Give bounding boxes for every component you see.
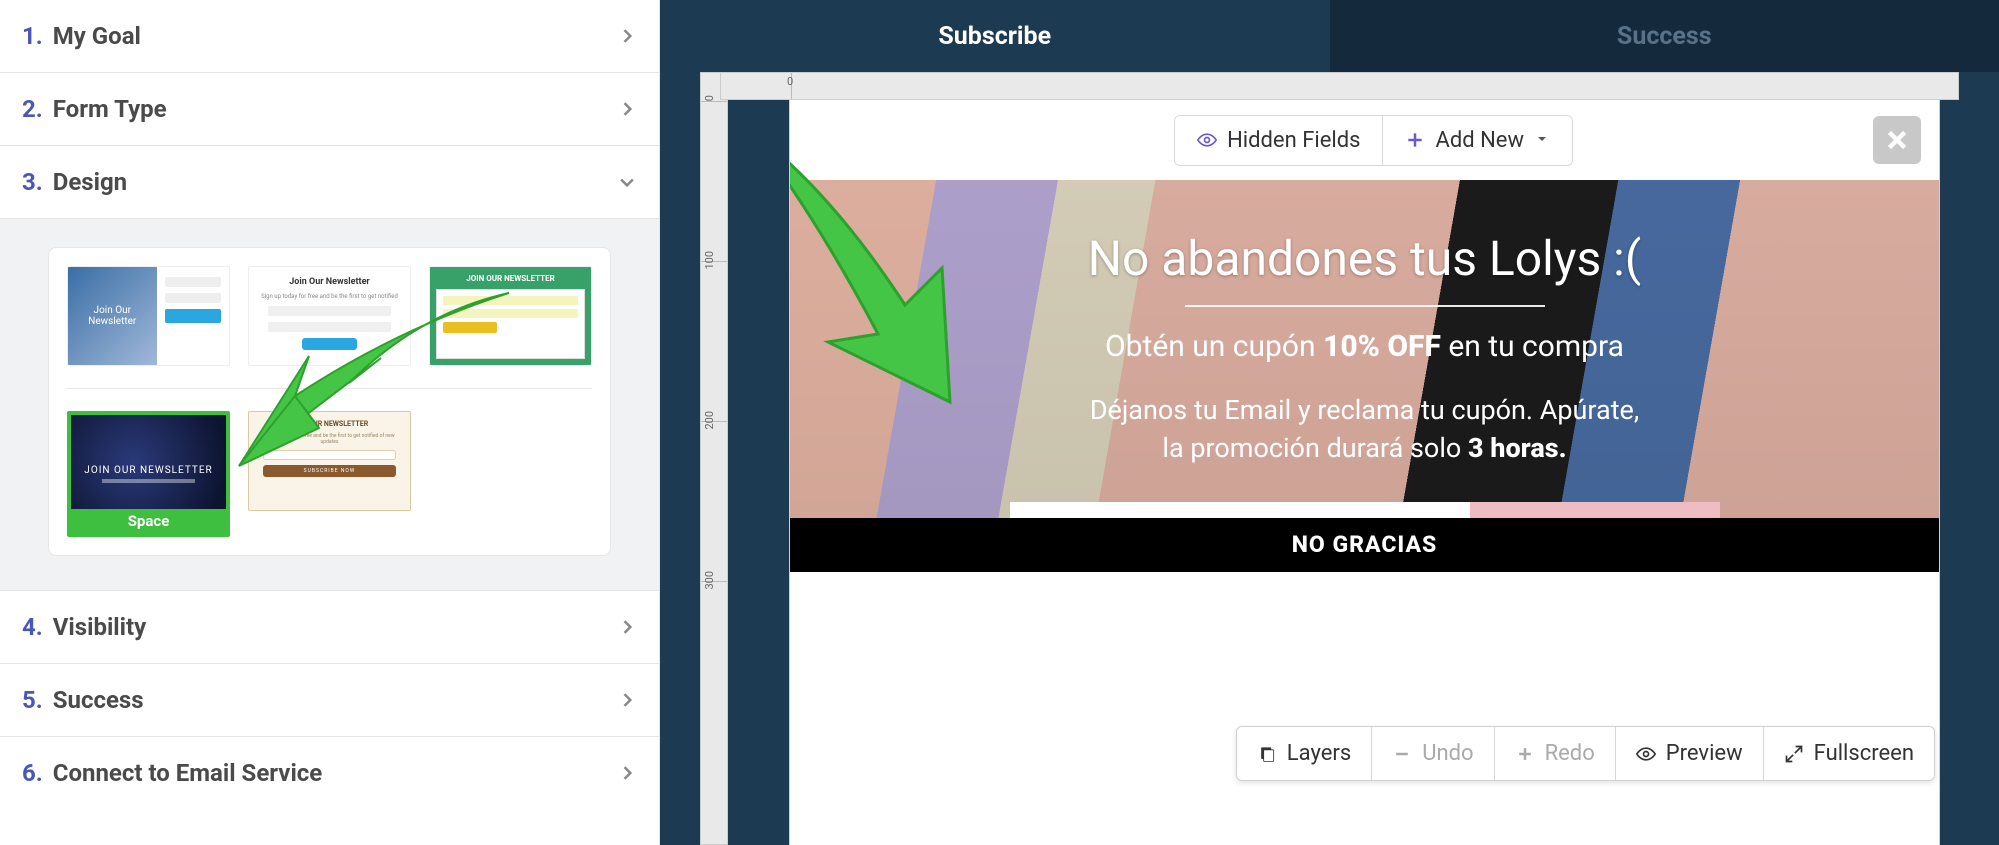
step-visibility[interactable]: 4. Visibility	[0, 590, 659, 663]
thumb-separator	[67, 388, 592, 389]
close-button[interactable]	[1873, 116, 1921, 164]
step-form-type[interactable]: 2. Form Type	[0, 72, 659, 145]
chevron-down-icon	[617, 172, 637, 192]
hidden-fields-label: Hidden Fields	[1227, 128, 1360, 153]
hidden-fields-button[interactable]: Hidden Fields	[1175, 116, 1382, 165]
theme-thumb-1[interactable]: Join OurNewsletter	[67, 266, 230, 366]
step-label: Connect to Email Service	[53, 759, 323, 787]
step-num: 2.	[22, 95, 43, 123]
step-label: Success	[53, 686, 144, 714]
decline-bar[interactable]: NO GRACIAS	[790, 518, 1939, 572]
thumb2-title: Join Our Newsletter	[289, 277, 369, 287]
preview-label: Preview	[1666, 741, 1743, 766]
undo-button[interactable]: Undo	[1371, 727, 1493, 780]
chevron-right-icon	[617, 26, 637, 46]
tab-subscribe[interactable]: Subscribe	[660, 0, 1330, 72]
plus-icon	[1405, 130, 1425, 150]
step-label: My Goal	[53, 22, 141, 50]
thumb3-title: JOIN OUR NEWSLETTER	[430, 267, 591, 289]
theme-thumb-3[interactable]: JOIN OUR NEWSLETTER	[429, 266, 592, 366]
canvas-top-toolbar: Hidden Fields Add New	[790, 100, 1939, 180]
popup-body: Déjanos tu Email y reclama tu cupón. Apú…	[1090, 392, 1639, 468]
main-editor: Subscribe Success 0 100 200 300 0 Hidden…	[660, 0, 1999, 845]
ruler-vertical: 0 100 200 300	[700, 72, 728, 845]
step-num: 4.	[22, 613, 43, 641]
step-connect-email[interactable]: 6. Connect to Email Service	[0, 736, 659, 809]
chevron-right-icon	[617, 763, 637, 783]
step-num: 6.	[22, 759, 43, 787]
step-num: 3.	[22, 168, 43, 196]
chevron-right-icon	[617, 617, 637, 637]
step-success[interactable]: 5. Success	[0, 663, 659, 736]
redo-button[interactable]: Redo	[1494, 727, 1615, 780]
popup-subline: Obtén un cupón 10% OFF en tu compra	[1105, 329, 1624, 364]
plus-icon	[1515, 744, 1535, 764]
redo-label: Redo	[1545, 741, 1595, 766]
step-num: 5.	[22, 686, 43, 714]
fullscreen-button[interactable]: Fullscreen	[1763, 727, 1934, 780]
chevron-right-icon	[617, 99, 637, 119]
add-new-label: Add New	[1435, 128, 1524, 153]
expand-icon	[1784, 744, 1804, 764]
fullscreen-label: Fullscreen	[1814, 741, 1914, 766]
chevron-right-icon	[617, 690, 637, 710]
theme-thumb-5[interactable]: JOIN OUR NEWSLETTER Sign up today for fr…	[248, 411, 411, 511]
layers-icon	[1257, 744, 1277, 764]
design-panel: Join OurNewsletter Join Our Newsletter S…	[0, 218, 659, 590]
tab-success[interactable]: Success	[1330, 0, 1999, 72]
step-label: Form Type	[53, 95, 167, 123]
canvas-wrap: 0 100 200 300 0 Hidden Fields	[660, 72, 1999, 845]
selected-theme-label: Space	[71, 509, 226, 533]
eye-icon	[1197, 130, 1217, 150]
layers-button[interactable]: Layers	[1237, 727, 1371, 780]
theme-card: Join OurNewsletter Join Our Newsletter S…	[48, 247, 611, 556]
step-my-goal[interactable]: 1. My Goal	[0, 0, 659, 72]
theme-thumb-2[interactable]: Join Our Newsletter Sign up today for fr…	[248, 266, 411, 366]
layers-label: Layers	[1287, 741, 1351, 766]
step-design[interactable]: 3. Design	[0, 145, 659, 218]
popup-headline: No abandones tus Lolys :(	[1088, 230, 1641, 287]
minus-icon	[1392, 744, 1412, 764]
step-label: Design	[53, 168, 127, 196]
top-segment: Hidden Fields Add New	[1174, 115, 1573, 166]
step-label: Visibility	[53, 613, 146, 641]
thumb4-title: JOIN OUR NEWSLETTER	[84, 465, 212, 476]
editor-tabs: Subscribe Success	[660, 0, 1999, 72]
theme-thumb-space[interactable]: JOIN OUR NEWSLETTER Space	[67, 411, 230, 537]
thumb5-title: JOIN OUR NEWSLETTER	[291, 420, 368, 428]
caret-down-icon	[1534, 128, 1550, 153]
popup-hero[interactable]: No abandones tus Lolys :( Obtén un cupón…	[790, 180, 1939, 572]
preview-button[interactable]: Preview	[1615, 727, 1763, 780]
undo-label: Undo	[1422, 741, 1473, 766]
bottom-toolbar: Layers Undo Redo Preview	[1236, 726, 1935, 781]
add-new-button[interactable]: Add New	[1382, 116, 1572, 165]
ruler-horizontal: 0	[720, 72, 1959, 100]
eye-icon	[1636, 744, 1656, 764]
sidebar: 1. My Goal 2. Form Type 3. Design Join OurN…	[0, 0, 660, 845]
thumb5-btn: SUBSCRIBE NOW	[263, 465, 396, 477]
divider	[1185, 305, 1545, 307]
step-num: 1.	[22, 22, 43, 50]
